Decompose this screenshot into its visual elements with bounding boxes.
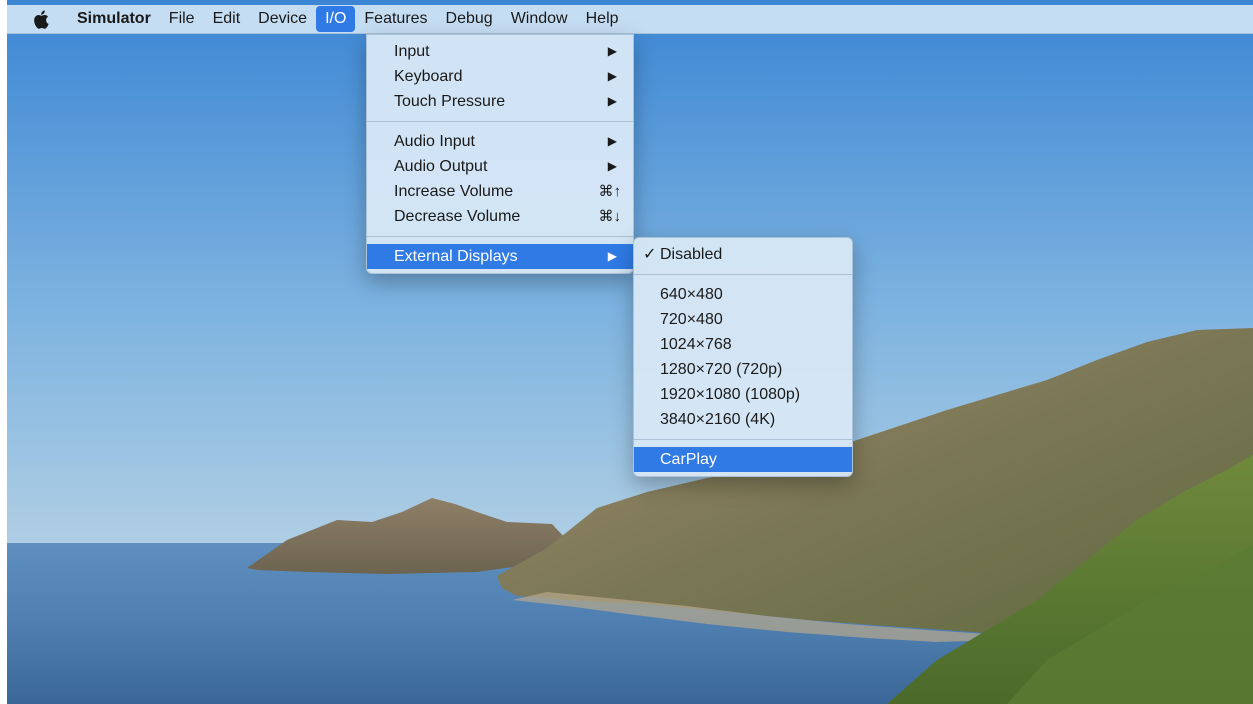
menu-help[interactable]: Help <box>577 6 628 32</box>
menu-item-touch-pressure[interactable]: Touch Pressure ▶ <box>367 89 633 114</box>
menu-io[interactable]: I/O <box>316 6 356 32</box>
menu-simulator[interactable]: Simulator <box>63 6 160 32</box>
submenu-arrow-icon: ▶ <box>607 159 617 173</box>
apple-menu-button[interactable] <box>7 6 63 32</box>
menu-item-resolution-640x480[interactable]: 640×480 <box>634 282 852 307</box>
keyboard-shortcut: ⌘↑ <box>598 183 622 200</box>
menu-separator <box>634 439 852 440</box>
menu-file[interactable]: File <box>160 6 204 32</box>
submenu-arrow-icon: ▶ <box>607 134 617 148</box>
menu-features[interactable]: Features <box>355 6 436 32</box>
menu-item-resolution-720p[interactable]: 1280×720 (720p) <box>634 357 852 382</box>
menu-item-audio-output[interactable]: Audio Output ▶ <box>367 154 633 179</box>
menu-item-external-displays[interactable]: External Displays ▶ <box>367 244 633 269</box>
menu-item-label: External Displays <box>394 248 518 265</box>
menu-separator <box>367 121 633 122</box>
menu-item-audio-input[interactable]: Audio Input ▶ <box>367 129 633 154</box>
menu-item-label: Keyboard <box>394 68 463 85</box>
apple-logo-icon <box>34 10 49 29</box>
menu-item-resolution-1024x768[interactable]: 1024×768 <box>634 332 852 357</box>
menu-item-label: 640×480 <box>660 286 723 303</box>
menu-item-label: Touch Pressure <box>394 93 506 110</box>
menu-item-label: Input <box>394 43 430 60</box>
menu-item-label: Audio Input <box>394 133 475 150</box>
menu-item-label: 3840×2160 (4K) <box>660 411 776 428</box>
submenu-arrow-icon: ▶ <box>607 44 617 58</box>
menu-edit[interactable]: Edit <box>204 6 250 32</box>
menu-item-resolution-1080p[interactable]: 1920×1080 (1080p) <box>634 382 852 407</box>
menu-item-label: 1920×1080 (1080p) <box>660 386 801 403</box>
menu-item-label: 1280×720 (720p) <box>660 361 783 378</box>
menu-item-label: Disabled <box>660 246 723 263</box>
menu-device[interactable]: Device <box>249 6 316 32</box>
menu-item-label: Increase Volume <box>394 183 514 200</box>
submenu-arrow-icon: ▶ <box>607 69 617 83</box>
io-dropdown-menu: Input ▶ Keyboard ▶ Touch Pressure ▶ Audi… <box>366 34 634 274</box>
menu-item-resolution-4k[interactable]: 3840×2160 (4K) <box>634 407 852 432</box>
menu-item-label: CarPlay <box>660 451 717 468</box>
menu-item-label: 720×480 <box>660 311 723 328</box>
menu-separator <box>367 236 633 237</box>
menu-debug[interactable]: Debug <box>437 6 502 32</box>
menu-item-label: 1024×768 <box>660 336 732 353</box>
menu-item-carplay[interactable]: CarPlay <box>634 447 852 472</box>
menu-item-label: Audio Output <box>394 158 488 175</box>
menu-item-keyboard[interactable]: Keyboard ▶ <box>367 64 633 89</box>
submenu-arrow-icon: ▶ <box>607 249 617 263</box>
menu-item-decrease-volume[interactable]: Decrease Volume ⌘↓ <box>367 204 633 229</box>
submenu-arrow-icon: ▶ <box>607 94 617 108</box>
menu-item-resolution-720x480[interactable]: 720×480 <box>634 307 852 332</box>
menu-item-increase-volume[interactable]: Increase Volume ⌘↑ <box>367 179 633 204</box>
checkmark-icon: ✓ <box>643 246 657 263</box>
menu-item-label: Decrease Volume <box>394 208 521 225</box>
menu-item-disabled[interactable]: ✓ Disabled <box>634 242 852 267</box>
menu-separator <box>634 274 852 275</box>
menu-item-input[interactable]: Input ▶ <box>367 39 633 64</box>
keyboard-shortcut: ⌘↓ <box>598 208 622 225</box>
external-displays-submenu: ✓ Disabled 640×480 720×480 1024×768 1280… <box>633 237 853 477</box>
menu-window[interactable]: Window <box>502 6 577 32</box>
screen: Simulator File Edit Device I/O Features … <box>0 0 1253 704</box>
menu-bar: Simulator File Edit Device I/O Features … <box>7 5 1253 34</box>
